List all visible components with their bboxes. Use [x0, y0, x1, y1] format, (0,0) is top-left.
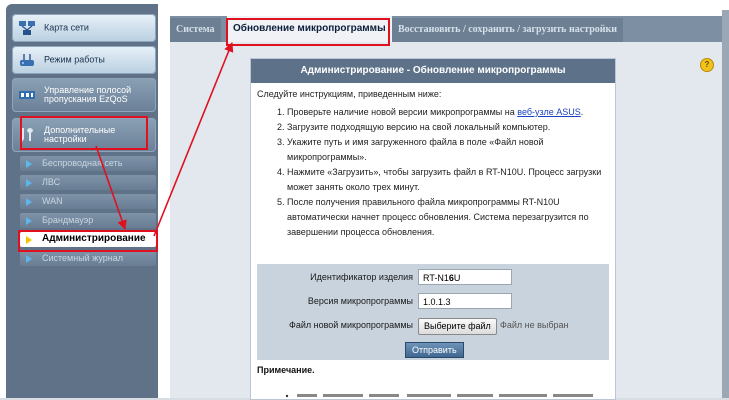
- step-5: После получения правильного файла микроп…: [287, 195, 615, 240]
- choose-file-button[interactable]: Выберите файл: [418, 318, 497, 335]
- submit-button[interactable]: Отправить: [405, 342, 464, 358]
- note-label: Примечание.: [257, 365, 315, 375]
- firmware-form: Идентификатор изделия RT-N16U Версия мик…: [257, 264, 609, 360]
- tools-icon: [20, 128, 33, 142]
- menu-label: Управление полосой пропускания EzQoS: [44, 85, 132, 104]
- note-text-cutoff: [285, 394, 593, 398]
- submenu-firewall[interactable]: Брандмауэр: [20, 213, 156, 228]
- firmware-version-label: Версия микропрограммы: [307, 296, 413, 306]
- firmware-version-row: Версия микропрограммы 1.0.1.3: [257, 291, 609, 313]
- firmware-version-field: 1.0.1.3: [418, 293, 512, 309]
- arrow-right-icon: [26, 236, 32, 244]
- submenu-system-log[interactable]: Системный журнал: [20, 251, 156, 266]
- arrow-right-icon: [26, 160, 32, 168]
- no-file-text: Файл не выбран: [500, 320, 569, 330]
- menu-label: Карта сети: [44, 22, 89, 33]
- firmware-file-row: Файл новой микропрограммы Выберите файл …: [257, 315, 609, 337]
- router-admin-page: Карта сети Режим работы Управление полос…: [0, 0, 729, 400]
- menu-operation-mode[interactable]: Режим работы: [12, 46, 156, 74]
- menu-network-map[interactable]: Карта сети: [12, 14, 156, 42]
- qos-icon: [19, 91, 35, 99]
- tab-bar: Система Обновление микропрограммы Восста…: [170, 16, 722, 42]
- menu-label: Режим работы: [44, 54, 105, 65]
- submenu-label: WAN: [42, 196, 63, 206]
- step-3: Укажите путь и имя загруженного файла в …: [287, 135, 615, 165]
- submenu-wireless[interactable]: Беспроводная сеть: [20, 156, 156, 171]
- step-text: Проверьте наличие новой версии микропрог…: [287, 107, 518, 117]
- menu-ezqos[interactable]: Управление полосой пропускания EzQoS: [12, 78, 156, 112]
- product-id-field: RT-N16U: [418, 269, 512, 285]
- network-map-icon: [19, 21, 35, 35]
- submenu-label: Беспроводная сеть: [42, 158, 123, 168]
- step-text: .: [580, 107, 584, 117]
- tab-restore-save-upload[interactable]: Восстановить / сохранить / загрузить нас…: [392, 18, 624, 42]
- submenu-label: ЛВС: [42, 177, 61, 187]
- help-icon[interactable]: ?: [700, 58, 714, 72]
- firmware-file-label: Файл новой микропрограммы: [288, 320, 413, 330]
- product-id-row: Идентификатор изделия RT-N16U: [257, 267, 609, 289]
- submenu-label: Системный журнал: [42, 253, 123, 263]
- step-4: Нажмите «Загрузить», чтобы загрузить фай…: [287, 165, 615, 195]
- asus-website-link[interactable]: веб-узле ASUS: [517, 107, 581, 117]
- step-1: Проверьте наличие новой версии микропрог…: [287, 105, 615, 120]
- submenu-lan[interactable]: ЛВС: [20, 175, 156, 190]
- submenu-administration[interactable]: Администрирование: [20, 232, 156, 247]
- instructions-list: Проверьте наличие новой версии микропрог…: [251, 105, 615, 240]
- tab-system[interactable]: Система: [170, 18, 221, 42]
- router-icon: [20, 54, 34, 66]
- arrow-right-icon: [26, 198, 32, 206]
- product-id-label: Идентификатор изделия: [310, 272, 413, 282]
- right-border: [722, 10, 729, 398]
- menu-label: Дополнительные настройки: [44, 125, 116, 144]
- sidebar: Карта сети Режим работы Управление полос…: [6, 4, 158, 398]
- submenu-label: Брандмауэр: [42, 215, 94, 225]
- arrow-right-icon: [26, 179, 32, 187]
- instructions-intro: Следуйте инструкциям, приведенным ниже:: [257, 89, 442, 99]
- panel-title: Администрирование - Обновление микропрог…: [251, 59, 615, 83]
- arrow-right-icon: [26, 255, 32, 263]
- menu-advanced-settings[interactable]: Дополнительные настройки: [12, 118, 156, 152]
- tab-firmware-upgrade[interactable]: Обновление микропрограммы: [227, 16, 392, 42]
- step-2: Загрузите подходящую версию на свой лока…: [287, 120, 615, 135]
- arrow-right-icon: [26, 217, 32, 225]
- firmware-panel: Администрирование - Обновление микропрог…: [250, 58, 616, 400]
- submenu-wan[interactable]: WAN: [20, 194, 156, 209]
- submenu-label: Администрирование: [42, 233, 146, 244]
